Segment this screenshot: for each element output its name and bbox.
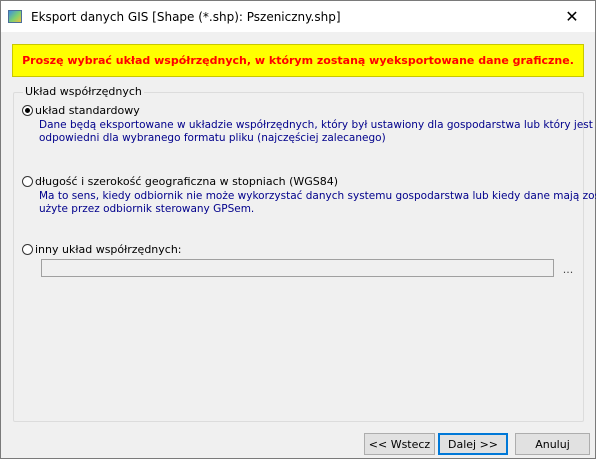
browse-button[interactable]: ... [560,259,576,277]
wgs84-description-line-1: Ma to sens, kiedy odbiornik nie może wyk… [39,190,596,202]
radio-wgs84-indicator[interactable] [22,176,33,187]
cancel-button[interactable]: Anuluj [515,433,590,455]
title-bar: Eksport danych GIS [Shape (*.shp): Pszen… [1,1,595,32]
standard-description-line-2: odpowiedni dla wybranego formatu pliku (… [39,132,386,144]
radio-custom-system[interactable]: inny układ współrzędnych: [22,243,182,256]
back-button[interactable]: << Wstecz [364,433,435,455]
button-bar: << Wstecz Dalej >> Anuluj [1,428,595,458]
export-dialog: Eksport danych GIS [Shape (*.shp): Pszen… [0,0,596,459]
radio-wgs84[interactable]: długość i szerokość geograficzna w stopn… [22,175,338,188]
standard-description-line-1: Dane będą eksportowane w układzie współr… [39,119,593,131]
radio-wgs84-label[interactable]: długość i szerokość geograficzna w stopn… [35,175,338,188]
wgs84-description-line-2: użyte przez odbiornik sterowany GPSem. [39,203,255,215]
custom-system-input[interactable] [41,259,554,277]
radio-custom-indicator[interactable] [22,244,33,255]
radio-standard-label[interactable]: układ standardowy [35,104,140,117]
radio-custom-label[interactable]: inny układ współrzędnych: [35,243,182,256]
close-icon[interactable]: ✕ [549,1,595,32]
instruction-banner: Proszę wybrać układ współrzędnych, w któ… [12,44,584,77]
next-button[interactable]: Dalej >> [438,433,508,455]
group-legend: Układ współrzędnych [23,85,144,98]
radio-standard-system[interactable]: układ standardowy [22,104,140,117]
dialog-content: Proszę wybrać układ współrzędnych, w któ… [1,32,596,428]
app-icon [8,10,22,23]
radio-standard-indicator[interactable] [22,105,33,116]
coordinate-system-group: Układ współrzędnych układ standardowy Da… [13,85,596,422]
window-title: Eksport danych GIS [Shape (*.shp): Pszen… [31,10,341,24]
